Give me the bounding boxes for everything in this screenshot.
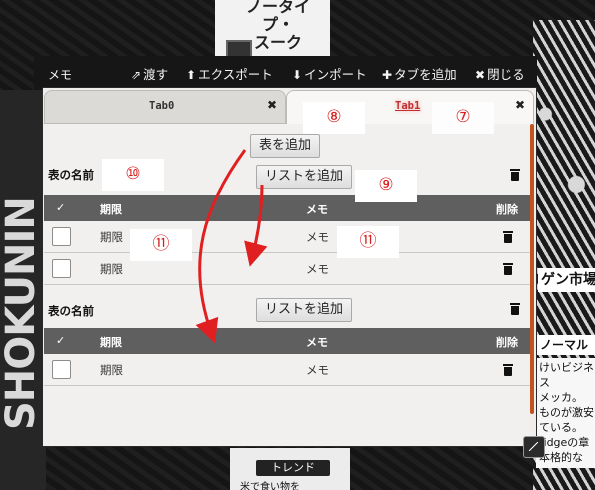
row-checkbox[interactable] <box>52 259 71 278</box>
board-vertical-text: SHOKUNIN <box>0 197 44 430</box>
tab-1-label: Tab1 <box>395 100 421 112</box>
add-tab-button[interactable]: ✚ タブを追加 <box>382 64 457 83</box>
board-trend-subtext: 米で食い物を <box>240 482 300 490</box>
table-row: 期限 メモ <box>44 253 530 285</box>
annotation-10: ⑩ <box>102 159 164 191</box>
row-checkbox[interactable] <box>52 227 71 246</box>
add-tab-button-label: タブを追加 <box>394 67 457 82</box>
table-2-header: ✓ 期限 メモ 削除 <box>44 328 530 354</box>
table-2-header-delete: 削除 <box>496 336 518 349</box>
annotation-11-memo: ⑪ <box>337 226 399 258</box>
table-2-trash-icon[interactable] <box>510 303 520 315</box>
board-market-label: ゲン市場 <box>538 268 595 292</box>
row-checkbox[interactable] <box>52 360 71 379</box>
close-icon: ✖ <box>475 68 486 82</box>
memo-window-title: メモ <box>48 68 73 82</box>
table-1-header-deadline: 期限 <box>100 203 122 216</box>
table-1-header-check: ✓ <box>56 201 66 214</box>
export-icon: ⬆ <box>186 68 197 82</box>
row-trash-icon[interactable] <box>503 231 513 243</box>
tab-0[interactable]: Tab0 ✖ <box>44 90 286 124</box>
pass-button-label: 渡す <box>143 67 169 82</box>
table-2-header-check: ✓ <box>56 334 66 347</box>
row-memo-field[interactable]: メモ <box>306 362 329 378</box>
table-2-name[interactable]: 表の名前 <box>48 303 94 319</box>
table-2-header-deadline: 期限 <box>100 336 122 349</box>
pass-button[interactable]: ⇗ 渡す <box>131 64 168 83</box>
table-2-header-memo: メモ <box>306 336 328 349</box>
board-trend-label: トレンド <box>256 460 330 476</box>
import-button-label: インポート <box>304 67 367 82</box>
content-scrollbar[interactable] <box>530 124 534 414</box>
table-row: 期限 メモ <box>44 354 530 386</box>
table-1-header-delete: 削除 <box>496 203 518 216</box>
board-normal-label: ノーマル <box>536 335 595 355</box>
row-memo-field[interactable]: メモ <box>306 261 329 277</box>
import-icon: ⬇ <box>292 68 303 82</box>
export-button[interactable]: ⬆ エクスポート <box>186 64 273 83</box>
table-2-add-list-button[interactable]: リストを追加 <box>256 298 352 322</box>
memo-window-titlebar[interactable] <box>34 56 537 90</box>
table-1-header: ✓ 期限 メモ 削除 <box>44 195 530 221</box>
close-window-button-label: 閉じる <box>487 67 525 82</box>
row-memo-field[interactable]: メモ <box>306 229 329 245</box>
table-1-header-memo: メモ <box>306 203 328 216</box>
tab-1-close-icon[interactable]: ✖ <box>515 98 525 112</box>
annotation-9: ⑨ <box>355 170 417 202</box>
row-trash-icon[interactable] <box>503 263 513 275</box>
share-icon: ⇗ <box>131 68 142 82</box>
export-button-label: エクスポート <box>198 67 273 82</box>
row-trash-icon[interactable] <box>503 364 513 376</box>
annotation-11-deadline: ⑪ <box>130 229 192 261</box>
tab-0-close-icon[interactable]: ✖ <box>267 98 277 112</box>
annotation-7: ⑦ <box>432 102 494 134</box>
import-button[interactable]: ⬇ インポート <box>292 64 367 83</box>
table-1-add-list-button[interactable]: リストを追加 <box>256 165 352 189</box>
tab-0-label: Tab0 <box>149 100 175 112</box>
row-deadline-field[interactable]: 期限 <box>100 261 123 277</box>
close-window-button[interactable]: ✖ 閉じる <box>475 64 525 83</box>
table-row: 期限 メモ <box>44 221 530 253</box>
plus-icon: ✚ <box>382 68 393 82</box>
table-1-trash-icon[interactable] <box>510 169 520 181</box>
row-deadline-field[interactable]: 期限 <box>100 362 123 378</box>
table-1-name[interactable]: 表の名前 <box>48 167 94 183</box>
row-deadline-field[interactable]: 期限 <box>100 229 123 245</box>
resize-grip-icon[interactable] <box>523 436 545 458</box>
annotation-8: ⑧ <box>303 102 365 134</box>
add-table-button[interactable]: 表を追加 <box>250 134 320 158</box>
